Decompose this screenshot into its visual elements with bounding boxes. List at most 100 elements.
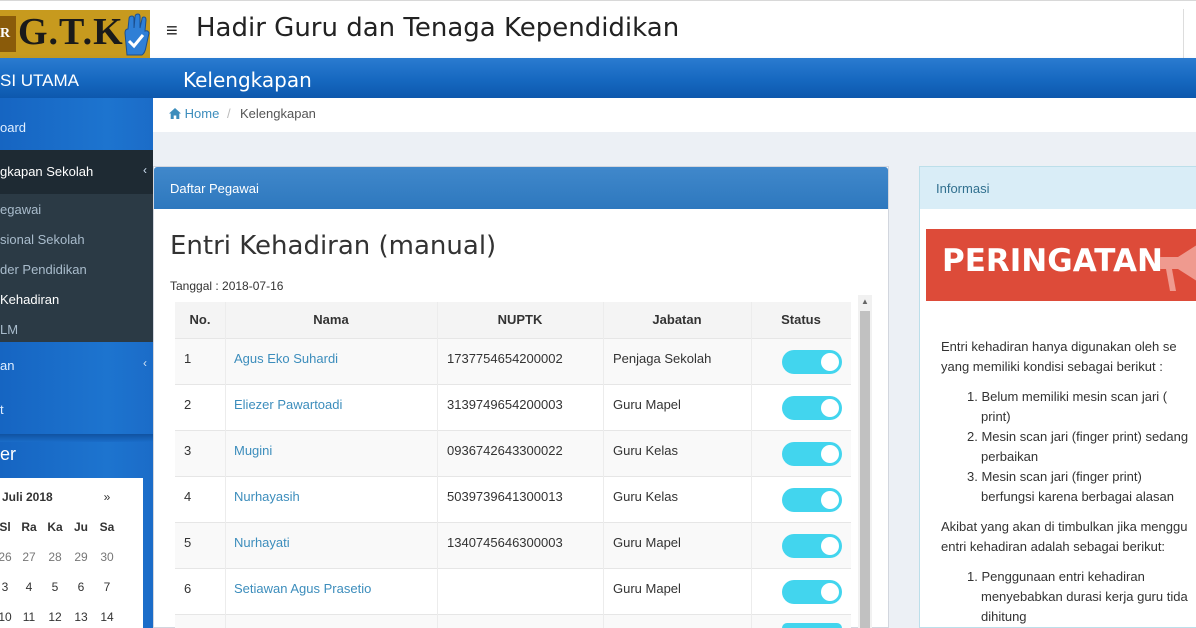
cell-jabatan: Guru Kelas — [613, 443, 679, 458]
calendar-day[interactable]: 7 — [94, 580, 120, 594]
sidebar: oard gkapan Sekolah ‹ egawai sional Seko… — [0, 98, 153, 628]
cell-no: 1 — [184, 351, 192, 366]
sidebar-item-kalender-pendidikan[interactable]: der Pendidikan — [0, 262, 153, 277]
employee-name-link[interactable]: Nurhayati — [234, 523, 290, 569]
table-row — [175, 614, 851, 628]
status-toggle[interactable] — [782, 488, 842, 512]
status-toggle[interactable] — [782, 534, 842, 558]
cell-jabatan: Guru Kelas — [613, 489, 679, 504]
warning-title: PERINGATAN — [942, 243, 1163, 279]
logo-mark: R — [0, 16, 16, 52]
calendar-weekday: Ka — [47, 520, 63, 534]
cell-no: 3 — [184, 443, 192, 458]
sidebar-item-profesional-sekolah[interactable]: sional Sekolah — [0, 232, 153, 247]
app-logo[interactable]: R G.T.K — [0, 10, 150, 59]
cell-no: 6 — [184, 581, 192, 596]
status-toggle[interactable] — [782, 442, 842, 466]
page-heading: Kelengkapan — [183, 68, 312, 92]
check-hand-icon — [124, 13, 150, 56]
cell-nuptk: 5039739641300013 — [447, 489, 563, 504]
chevron-left-icon: ‹ — [143, 356, 147, 370]
calendar-weekday: Ra — [21, 520, 37, 534]
scroll-thumb[interactable] — [860, 311, 870, 628]
date-label: Tanggal : 2018-07-16 — [170, 279, 284, 293]
table-row: 2 Eliezer Pawartoadi 3139749654200003 Gu… — [175, 384, 851, 430]
table-scrollbar[interactable]: ▲ — [858, 295, 872, 628]
sidebar-item-pegawai[interactable]: egawai — [0, 202, 153, 217]
toggle-knob — [821, 445, 839, 463]
sidebar-item-kehadiran[interactable]: Kehadiran — [0, 292, 153, 307]
employee-name-link[interactable]: Setiawan Agus Prasetio — [234, 569, 371, 615]
employee-name-link[interactable]: Mugini — [234, 431, 272, 477]
calendar-day[interactable]: 12 — [42, 610, 68, 624]
calendar-day[interactable]: 5 — [42, 580, 68, 594]
calendar-next-button[interactable]: » — [94, 490, 120, 504]
bullhorn-icon — [1160, 245, 1196, 291]
calendar-day[interactable]: 13 — [68, 610, 94, 624]
sidebar-item-label: gkapan Sekolah — [0, 164, 94, 179]
calendar-day[interactable]: 11 — [16, 610, 42, 624]
sidebar-item-logout[interactable]: t — [0, 402, 153, 417]
info-text: entri kehadiran adalah sebagai berikut: — [941, 539, 1166, 554]
sidebar-heading: SI UTAMA — [0, 71, 80, 90]
info-text: dihitung — [981, 609, 1027, 624]
sidebar-item-dashboard[interactable]: oard — [0, 120, 153, 135]
calendar-day[interactable]: 27 — [16, 550, 42, 564]
info-text: 3. Mesin scan jari (finger print) — [967, 469, 1142, 484]
status-toggle[interactable] — [782, 580, 842, 604]
cell-no: 5 — [184, 535, 192, 550]
column-divider — [437, 302, 438, 628]
info-header: Informasi — [920, 167, 1196, 209]
calendar-day[interactable]: 14 — [94, 610, 120, 624]
sidebar-item-laporan[interactable]: an — [0, 358, 153, 373]
column-divider — [751, 302, 752, 628]
status-toggle[interactable] — [782, 623, 842, 628]
toggle-knob — [821, 537, 839, 555]
scroll-up-icon[interactable]: ▲ — [861, 297, 869, 306]
info-text: Akibat yang akan di timbulkan jika mengg… — [941, 519, 1188, 534]
info-text: 1. Belum memiliki mesin scan jari ( — [967, 389, 1168, 404]
table-header: No. Nama NUPTK Jabatan Status — [175, 302, 851, 338]
column-header-nama: Nama — [313, 312, 349, 327]
menu-toggle-icon[interactable]: ≡ — [166, 21, 178, 41]
employee-card: Daftar Pegawai Entri Kehadiran (manual) … — [153, 166, 889, 628]
cell-nuptk: 1340745646300003 — [447, 535, 563, 550]
status-toggle[interactable] — [782, 396, 842, 420]
toggle-knob — [821, 583, 839, 601]
calendar-weekday: Sa — [99, 520, 115, 534]
info-title: Informasi — [936, 181, 990, 196]
cell-no: 2 — [184, 397, 192, 412]
status-toggle[interactable] — [782, 350, 842, 374]
app-title: Hadir Guru dan Tenaga Kependidikan — [196, 13, 680, 43]
calendar-day[interactable]: 30 — [94, 550, 120, 564]
calendar-day[interactable]: 29 — [68, 550, 94, 564]
sidebar-item-kelengkapan-sekolah[interactable]: gkapan Sekolah ‹ — [0, 150, 153, 194]
table-row: 6 Setiawan Agus Prasetio Guru Mapel — [175, 568, 851, 614]
cell-jabatan: Guru Mapel — [613, 581, 681, 596]
cell-jabatan: Penjaga Sekolah — [613, 351, 712, 366]
calendar-day[interactable]: 28 — [42, 550, 68, 564]
breadcrumb: Home / Kelengkapan — [153, 98, 1196, 132]
calendar-day[interactable]: 4 — [16, 580, 42, 594]
logo-text: G.T.K — [18, 11, 124, 53]
breadcrumb-home[interactable]: Home — [169, 106, 219, 121]
calendar-day[interactable]: 6 — [68, 580, 94, 594]
table-row: 4 Nurhayasih 5039739641300013 Guru Kelas — [175, 476, 851, 522]
employee-name-link[interactable]: Eliezer Pawartoadi — [234, 385, 342, 431]
info-text: berfungsi karena berbagai alasan — [981, 489, 1174, 504]
top-bar: R G.T.K ≡ Hadir Guru dan Tenaga Kependid… — [0, 0, 1196, 59]
info-text: 2. Mesin scan jari (finger print) sedang — [967, 429, 1189, 444]
home-icon — [169, 108, 181, 119]
calendar-weekday: Ju — [73, 520, 88, 534]
column-header-jabatan: Jabatan — [652, 312, 702, 327]
column-header-no: No. — [189, 312, 211, 327]
toggle-knob — [821, 353, 839, 371]
info-text: menyebabkan durasi kerja guru tida — [981, 589, 1188, 604]
cell-jabatan: Guru Mapel — [613, 397, 681, 412]
sidebar-item-lm[interactable]: LM — [0, 322, 153, 337]
table-row: 3 Mugini 0936742643300022 Guru Kelas — [175, 430, 851, 476]
cell-nuptk: 1737754654200002 — [447, 351, 563, 366]
toggle-knob — [821, 399, 839, 417]
employee-name-link[interactable]: Agus Eko Suhardi — [234, 339, 338, 385]
employee-name-link[interactable]: Nurhayasih — [234, 477, 300, 523]
